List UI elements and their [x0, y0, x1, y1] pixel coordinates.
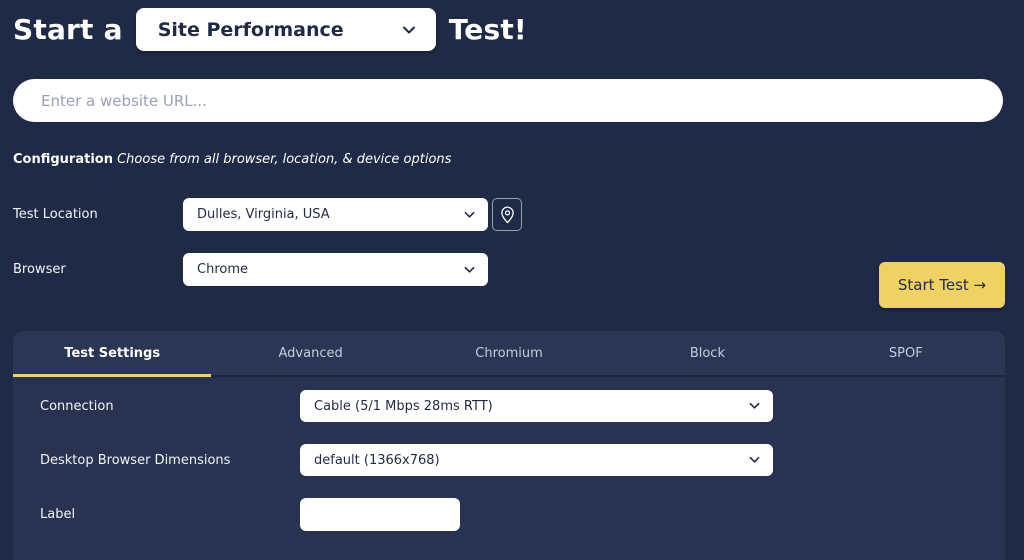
- test-location-select[interactable]: Dulles, Virginia, USA: [183, 198, 488, 231]
- page-title: Start a Site Performance Test!: [13, 8, 527, 51]
- tab-block[interactable]: Block: [608, 331, 806, 375]
- location-map-button[interactable]: [492, 198, 522, 231]
- chevron-down-icon: [464, 211, 475, 219]
- start-test-page: Start a Site Performance Test! Configura…: [0, 0, 1024, 560]
- chevron-down-icon: [749, 456, 760, 464]
- location-pin-icon: [500, 206, 515, 224]
- browser-label: Browser: [13, 262, 66, 277]
- tab-strip: Test Settings Advanced Chromium Block SP…: [13, 331, 1005, 377]
- dimensions-select[interactable]: default (1366x768): [300, 444, 773, 476]
- title-suffix: Test!: [449, 13, 527, 46]
- configuration-hint: Choose from all browser, location, & dev…: [117, 152, 451, 167]
- tab-spof[interactable]: SPOF: [807, 331, 1005, 375]
- browser-select[interactable]: Chrome: [183, 253, 488, 286]
- website-url-input[interactable]: [13, 79, 1003, 122]
- chevron-down-icon: [749, 402, 760, 410]
- test-options-panel: Test Settings Advanced Chromium Block SP…: [13, 331, 1005, 560]
- chevron-down-icon: [402, 25, 416, 35]
- dimensions-label: Desktop Browser Dimensions: [40, 453, 230, 468]
- browser-value: Chrome: [197, 262, 248, 277]
- start-test-button[interactable]: Start Test →: [879, 262, 1005, 308]
- connection-label: Connection: [40, 399, 114, 414]
- connection-select[interactable]: Cable (5/1 Mbps 28ms RTT): [300, 390, 773, 422]
- test-type-select[interactable]: Site Performance: [136, 8, 436, 51]
- tab-advanced[interactable]: Advanced: [211, 331, 409, 375]
- test-location-value: Dulles, Virginia, USA: [197, 207, 330, 222]
- configuration-label: Configuration: [13, 152, 113, 167]
- connection-value: Cable (5/1 Mbps 28ms RTT): [314, 399, 493, 414]
- label-field-label: Label: [40, 507, 75, 522]
- title-prefix: Start a: [13, 13, 123, 46]
- tab-chromium[interactable]: Chromium: [410, 331, 608, 375]
- test-type-select-value: Site Performance: [158, 19, 344, 41]
- test-location-label: Test Location: [13, 207, 98, 222]
- dimensions-value: default (1366x768): [314, 453, 440, 468]
- label-input[interactable]: [300, 498, 460, 531]
- tab-test-settings[interactable]: Test Settings: [13, 331, 211, 375]
- configuration-heading: Configuration Choose from all browser, l…: [13, 152, 451, 167]
- chevron-down-icon: [464, 266, 475, 274]
